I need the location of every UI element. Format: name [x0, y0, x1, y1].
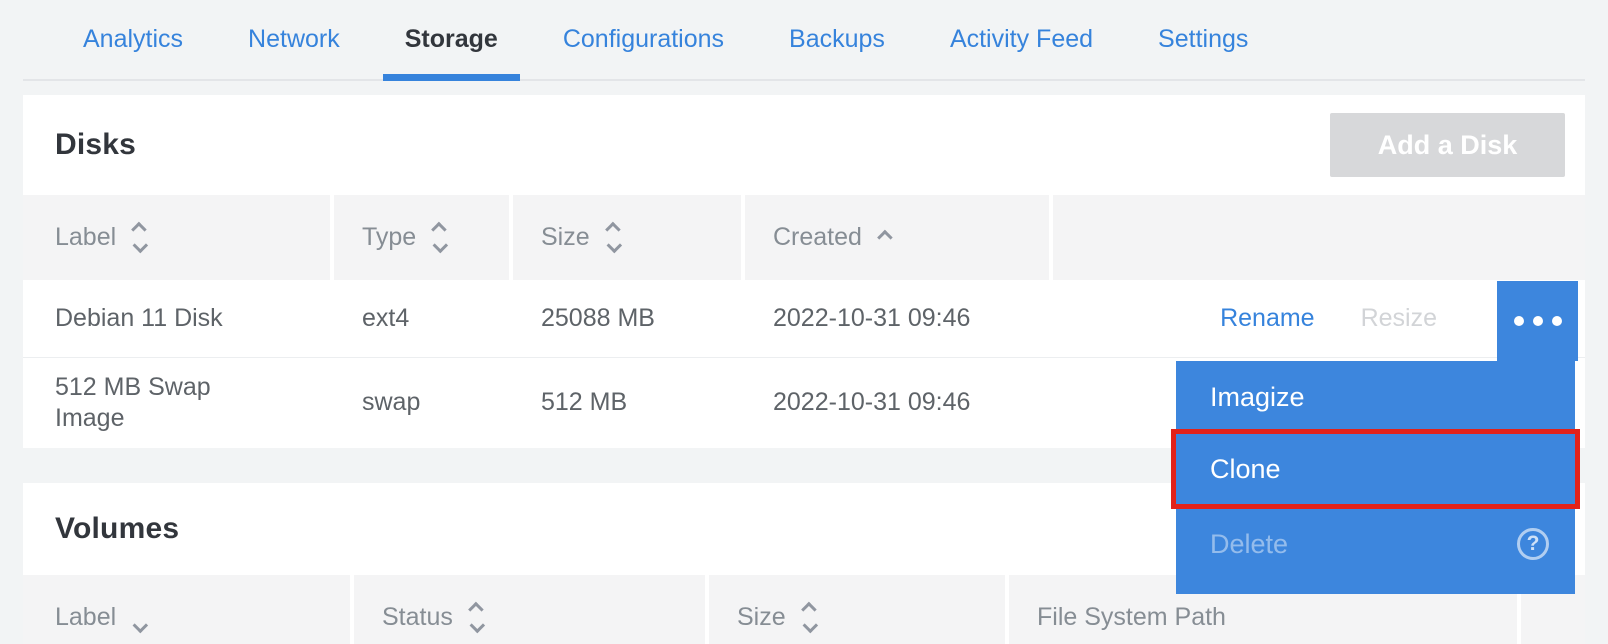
storage-page: Analytics Network Storage Configurations…	[0, 0, 1608, 644]
rename-button[interactable]: Rename	[1220, 304, 1315, 333]
column-label: Type	[362, 223, 416, 252]
disk-type-cell: ext4	[334, 303, 509, 334]
menu-item-delete[interactable]: Delete ?	[1176, 504, 1575, 584]
column-label: Size	[737, 603, 786, 632]
menu-item-label: Clone	[1210, 454, 1281, 485]
disks-table-header: Label Type Size Created	[23, 195, 1585, 280]
disk-label-cell: Debian 11 Disk	[23, 303, 330, 334]
disk-label-cell: 512 MB Swap Image	[23, 372, 330, 435]
disks-section-title: Disks	[55, 128, 136, 162]
tab-storage[interactable]: Storage	[375, 0, 528, 79]
disk-size-cell: 512 MB	[513, 387, 741, 418]
disks-column-header-created[interactable]: Created	[745, 195, 1049, 280]
add-a-disk-button[interactable]: Add a Disk	[1330, 113, 1565, 177]
tab-bar: Analytics Network Storage Configurations…	[23, 0, 1585, 81]
row-actions-menu-button[interactable]	[1497, 281, 1578, 361]
resize-button[interactable]: Resize	[1361, 304, 1437, 333]
sort-both-icon	[802, 604, 813, 631]
menu-item-imagize[interactable]: Imagize	[1176, 361, 1575, 434]
disk-created-cell: 2022-10-31 09:46	[745, 387, 1049, 418]
column-label: File System Path	[1037, 603, 1226, 632]
disk-size-cell: 25088 MB	[513, 303, 741, 334]
sort-both-icon	[606, 224, 617, 251]
volumes-column-header-status[interactable]: Status	[354, 575, 705, 644]
tab-backups[interactable]: Backups	[759, 0, 915, 79]
column-label: Label	[55, 223, 116, 252]
help-icon[interactable]: ?	[1517, 528, 1549, 560]
disks-column-header-actions	[1053, 195, 1585, 280]
tab-network[interactable]: Network	[218, 0, 370, 79]
menu-item-clone[interactable]: Clone	[1176, 434, 1575, 504]
disk-type-cell: swap	[334, 387, 509, 418]
sort-ascending-icon	[878, 232, 889, 243]
sort-both-icon	[469, 604, 480, 631]
tab-configurations[interactable]: Configurations	[533, 0, 754, 79]
ellipsis-icon	[1514, 316, 1562, 326]
menu-item-label: Imagize	[1210, 382, 1305, 413]
disks-column-header-type[interactable]: Type	[334, 195, 509, 280]
sort-descending-icon	[132, 620, 143, 631]
column-label: Size	[541, 223, 590, 252]
volumes-column-header-size[interactable]: Size	[709, 575, 1005, 644]
disk-actions-menu: Imagize Clone Delete ?	[1176, 361, 1575, 594]
column-label: Created	[773, 223, 862, 252]
volumes-column-header-label[interactable]: Label	[23, 575, 350, 644]
disks-column-header-size[interactable]: Size	[513, 195, 741, 280]
disks-panel-header: Disks Add a Disk	[23, 95, 1585, 195]
menu-item-label: Delete	[1210, 529, 1288, 560]
disk-created-cell: 2022-10-31 09:46	[745, 303, 1049, 334]
tab-settings[interactable]: Settings	[1128, 0, 1278, 79]
disks-column-header-label[interactable]: Label	[23, 195, 330, 280]
tab-analytics[interactable]: Analytics	[53, 0, 213, 79]
sort-both-icon	[132, 224, 143, 251]
table-row-debian-disk: Debian 11 Disk ext4 25088 MB 2022-10-31 …	[23, 280, 1585, 358]
column-label: Label	[55, 603, 116, 632]
column-label: Status	[382, 603, 453, 632]
volumes-section-title: Volumes	[55, 512, 179, 546]
tab-activity-feed[interactable]: Activity Feed	[920, 0, 1123, 79]
sort-both-icon	[432, 224, 443, 251]
